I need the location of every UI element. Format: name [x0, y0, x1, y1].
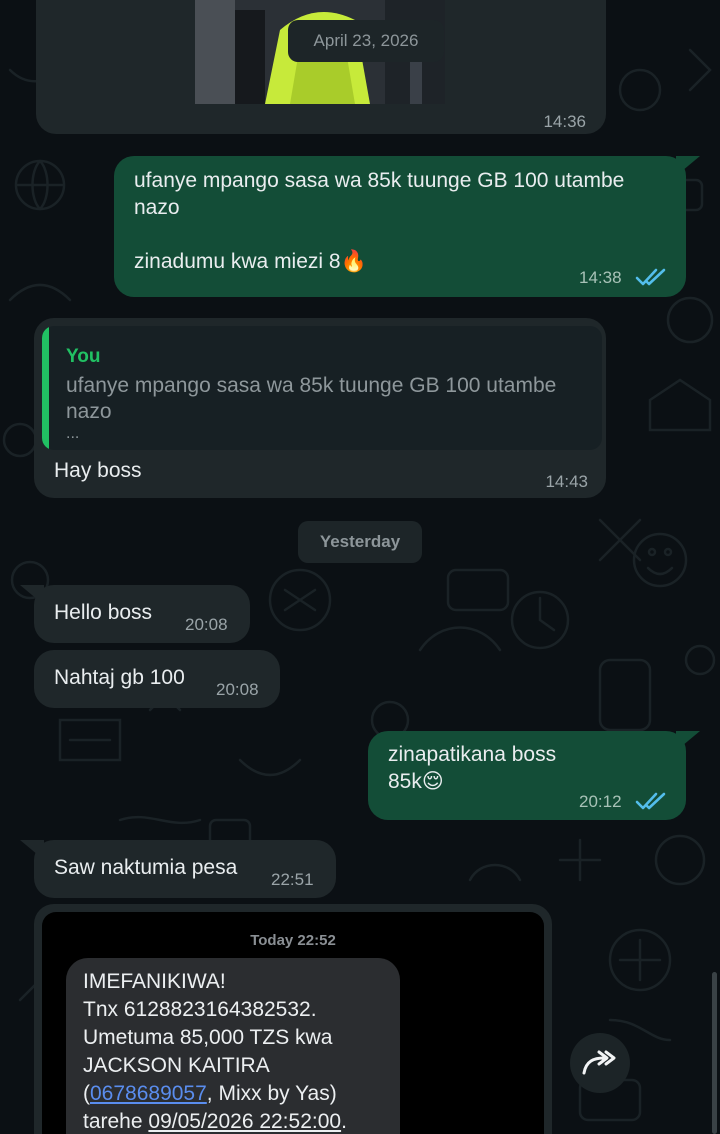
date-divider-text: Yesterday [319, 532, 401, 551]
message-text: Hello boss [54, 601, 153, 624]
bubble-tail-icon [20, 585, 44, 605]
message-text: zinapatikana boss 85k😌 [388, 743, 557, 793]
image-message-bubble[interactable]: Today 22:52 IMEFANIKIWA! Tnx 61288231643… [34, 904, 552, 1134]
bubble-tail-icon [676, 156, 700, 176]
sms-line: Umetuma 85,000 TZS kwa [83, 1026, 333, 1049]
sms-line: JACKSON KAITIRA [83, 1054, 270, 1077]
incoming-message-bubble[interactable]: Saw naktumia pesa 22:51 [34, 840, 336, 898]
date-overlay-text: April 23, 2026 [313, 31, 419, 50]
sms-line: (0678689057, Mixx by Yas) [83, 1080, 403, 1108]
quote-text: ufanye mpango sasa wa 85k tuunge GB 100 … [66, 374, 557, 423]
sms-date-prefix: tarehe [83, 1110, 149, 1133]
quote-accent-bar [42, 326, 49, 450]
message-time: 20:08 [185, 615, 228, 634]
message-text: ufanye mpango sasa wa 85k tuunge GB 100 … [134, 169, 625, 273]
reply-message-bubble[interactable]: You ufanye mpango sasa wa 85k tuunge GB … [34, 318, 606, 498]
outgoing-message-bubble[interactable]: ufanye mpango sasa wa 85k tuunge GB 100 … [114, 156, 686, 297]
sms-paren: ( [83, 1082, 90, 1105]
sms-date[interactable]: 09/05/2026 22:52:00 [148, 1110, 341, 1133]
message-text: Nahtaj gb 100 [54, 666, 185, 689]
quoted-message[interactable]: You ufanye mpango sasa wa 85k tuunge GB … [42, 326, 602, 450]
message-time: 14:43 [545, 472, 588, 491]
message-text: Saw naktumia pesa [54, 856, 238, 879]
double-check-icon [635, 268, 666, 286]
photo-message-bubble[interactable]: April 23, 2026 14:36 [36, 0, 606, 134]
bubble-tail-icon [20, 840, 44, 860]
quote-more: ... [66, 425, 80, 442]
screenshot-image[interactable]: Today 22:52 IMEFANIKIWA! Tnx 61288231643… [42, 912, 544, 1134]
double-check-icon [635, 792, 666, 810]
scrollbar-thumb[interactable] [712, 972, 717, 1134]
sms-bubble: IMEFANIKIWA! Tnx 6128823164382532. Umetu… [66, 958, 400, 1134]
message-time: 20:12 [579, 792, 622, 811]
sms-header: Today 22:52 [250, 932, 336, 949]
forward-button[interactable] [570, 1033, 630, 1093]
bubble-tail-icon [676, 731, 700, 751]
date-overlay-chip: April 23, 2026 [288, 20, 444, 62]
message-time: 14:36 [543, 112, 586, 131]
forward-icon [582, 1050, 616, 1075]
message-time: 14:38 [579, 268, 622, 287]
date-divider: Yesterday [298, 521, 422, 563]
sms-body: IMEFANIKIWA! Tnx 6128823164382532. Umetu… [83, 968, 403, 1134]
sms-provider: , Mixx by Yas) [206, 1082, 337, 1105]
sms-date-suffix: . [341, 1110, 347, 1133]
incoming-message-bubble[interactable]: Hello boss 20:08 [34, 585, 250, 643]
outgoing-message-bubble[interactable]: zinapatikana boss 85k😌 20:12 [368, 731, 686, 820]
sms-line: Tnx 6128823164382532. [83, 998, 317, 1021]
message-time: 20:08 [216, 680, 259, 699]
quote-author: You [66, 346, 101, 367]
sms-phone-link[interactable]: 0678689057 [90, 1082, 207, 1105]
sms-line: tarehe 09/05/2026 22:52:00. [83, 1108, 403, 1134]
message-time: 22:51 [271, 870, 314, 889]
message-text: Hay boss [54, 459, 142, 482]
incoming-message-bubble[interactable]: Nahtaj gb 100 20:08 [34, 650, 280, 708]
sms-line: IMEFANIKIWA! [83, 970, 226, 993]
